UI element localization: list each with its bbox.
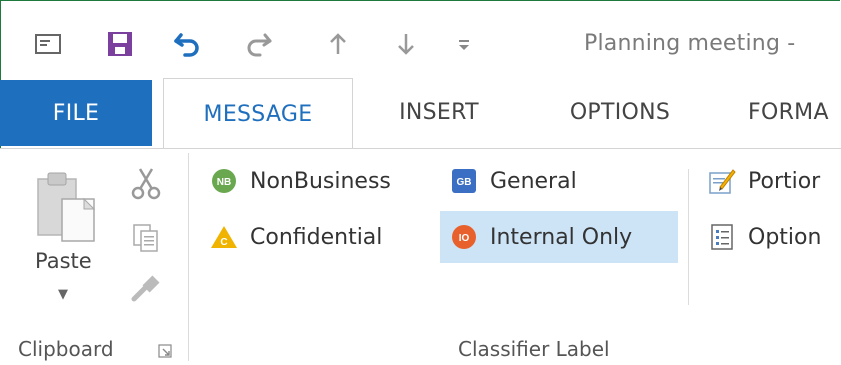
- portion-button[interactable]: Portior: [698, 155, 841, 207]
- tab-file[interactable]: FILE: [0, 80, 152, 146]
- paste-icon: [37, 172, 96, 242]
- internal-only-label: Internal Only: [490, 224, 633, 250]
- general-badge-text: GB: [457, 177, 472, 188]
- paste-button[interactable]: [30, 169, 110, 253]
- classifier-general-button[interactable]: GB General: [440, 155, 678, 207]
- dialog-launcher-icon[interactable]: [158, 343, 172, 362]
- quick-access-toolbar: Planning meeting -: [0, 0, 841, 78]
- previous-item-icon[interactable]: [318, 24, 358, 64]
- customize-toolbar-icon[interactable]: [444, 24, 484, 64]
- internal-only-badge-icon: IO: [450, 223, 478, 251]
- tab-insert[interactable]: INSERT: [384, 78, 494, 146]
- nonbusiness-badge-text: NB: [217, 177, 231, 188]
- paste-label[interactable]: Paste: [35, 249, 92, 273]
- confidential-badge-text: C: [220, 237, 227, 248]
- group-separator: [188, 153, 189, 361]
- redo-icon[interactable]: [238, 24, 278, 64]
- tab-message[interactable]: MESSAGE: [163, 78, 353, 150]
- save-icon[interactable]: [100, 24, 140, 64]
- confidential-label: Confidential: [250, 224, 383, 250]
- internal-only-badge-text: IO: [459, 233, 470, 244]
- classifier-internal-only-button[interactable]: IO Internal Only: [440, 211, 678, 263]
- options-button[interactable]: Option: [698, 211, 841, 263]
- tab-format[interactable]: FORMA: [748, 78, 841, 146]
- clipboard-group-label: Clipboard: [18, 337, 114, 361]
- cut-icon[interactable]: [130, 167, 162, 205]
- nonbusiness-label: NonBusiness: [250, 168, 391, 194]
- tab-options[interactable]: OPTIONS: [545, 78, 695, 146]
- classifier-group-label: Classifier Label: [458, 337, 610, 361]
- portion-marking-icon: [708, 167, 736, 195]
- paste-dropdown-icon[interactable]: ▼: [58, 287, 68, 302]
- group-separator: [688, 169, 689, 305]
- undo-icon[interactable]: [168, 24, 208, 64]
- general-label: General: [490, 168, 577, 194]
- options-label: Option: [748, 224, 822, 250]
- general-badge-icon: GB: [450, 167, 478, 195]
- copy-icon[interactable]: [132, 223, 160, 257]
- format-painter-icon[interactable]: [130, 273, 162, 307]
- classifier-confidential-button[interactable]: C Confidential: [200, 211, 432, 263]
- new-message-icon[interactable]: [28, 24, 68, 64]
- ribbon-panel: Paste ▼ Clipboard NB NonBusiness GB Gene…: [0, 148, 841, 365]
- next-item-icon[interactable]: [386, 24, 426, 64]
- options-icon: [708, 223, 736, 251]
- classifier-nonbusiness-button[interactable]: NB NonBusiness: [200, 155, 432, 207]
- confidential-badge-icon: C: [210, 223, 238, 251]
- window-title: Planning meeting -: [584, 31, 796, 56]
- ribbon-tabs: FILE MESSAGE INSERT OPTIONS FORMA: [0, 78, 841, 150]
- portion-label: Portior: [748, 168, 821, 194]
- nonbusiness-badge-icon: NB: [210, 167, 238, 195]
